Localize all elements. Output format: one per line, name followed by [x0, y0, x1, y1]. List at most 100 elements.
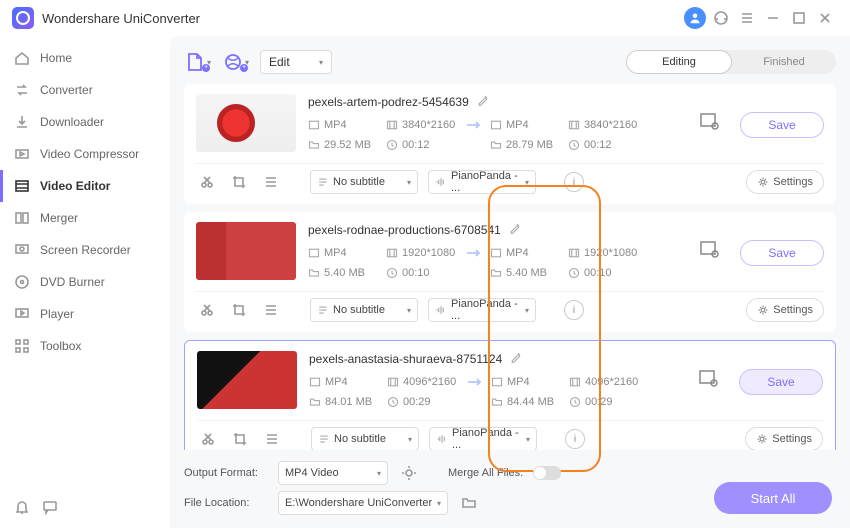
maximize-button[interactable] [786, 5, 812, 31]
sidebar-item-player[interactable]: Player [0, 298, 170, 330]
trim-icon[interactable] [197, 428, 219, 450]
sidebar-item-label: DVD Burner [40, 275, 105, 289]
output-format-dropdown[interactable]: MP4 Video▾ [278, 461, 388, 485]
output-format-value: MP4 Video [285, 467, 339, 479]
in-resolution: 4096*2160 [403, 376, 456, 388]
rename-icon[interactable] [510, 351, 522, 366]
subtitle-dropdown[interactable]: No subtitle▾ [310, 170, 418, 194]
audio-dropdown[interactable]: PianoPanda - ...▾ [428, 298, 536, 322]
output-preset-icon[interactable] [696, 108, 722, 134]
crop-icon[interactable] [228, 171, 250, 193]
sidebar-item-label: Video Editor [40, 179, 110, 193]
audio-value: PianoPanda - ... [451, 170, 521, 194]
out-size: 28.79 MB [506, 139, 553, 151]
output-preset-icon[interactable] [695, 365, 721, 391]
sidebar-item-label: Home [40, 51, 72, 65]
edit-mode-dropdown[interactable]: Edit▾ [260, 50, 332, 74]
settings-button[interactable]: Settings [745, 427, 823, 450]
clip-filename: pexels-anastasia-shuraeva-8751124 [309, 352, 502, 366]
app-logo-icon [12, 7, 34, 29]
more-icon[interactable] [260, 299, 282, 321]
trim-icon[interactable] [196, 171, 218, 193]
app-title: Wondershare UniConverter [42, 11, 200, 26]
in-duration: 00:29 [403, 396, 431, 408]
more-icon[interactable] [260, 171, 282, 193]
clip-thumbnail[interactable] [197, 351, 297, 409]
sidebar-item-converter[interactable]: Converter [0, 74, 170, 106]
crop-icon[interactable] [229, 428, 251, 450]
in-size: 84.01 MB [325, 396, 372, 408]
subtitle-value: No subtitle [333, 176, 385, 188]
minimize-button[interactable] [760, 5, 786, 31]
close-button[interactable] [812, 5, 838, 31]
save-button[interactable]: Save [739, 369, 823, 395]
sidebar-item-screen-recorder[interactable]: Screen Recorder [0, 234, 170, 266]
out-size: 84.44 MB [507, 396, 554, 408]
crop-icon[interactable] [228, 299, 250, 321]
merge-label: Merge All Files: [448, 467, 523, 479]
out-duration: 00:12 [584, 139, 612, 151]
info-icon[interactable]: i [565, 429, 585, 449]
sidebar-item-dvd-burner[interactable]: DVD Burner [0, 266, 170, 298]
audio-value: PianoPanda - ... [452, 427, 522, 450]
clip-card[interactable]: pexels-artem-podrez-5454639 MP4 3840*216… [184, 84, 836, 204]
subtitle-value: No subtitle [334, 433, 386, 445]
clip-card[interactable]: pexels-rodnae-productions-6708541 MP4 19… [184, 212, 836, 332]
out-format: MP4 [507, 376, 530, 388]
audio-value: PianoPanda - ... [451, 298, 521, 322]
audio-dropdown[interactable]: PianoPanda - ...▾ [429, 427, 537, 450]
clip-thumbnail[interactable] [196, 222, 296, 280]
info-icon[interactable]: i [564, 300, 584, 320]
tab-finished[interactable]: Finished [732, 50, 836, 74]
support-icon[interactable] [708, 5, 734, 31]
output-preset-icon[interactable] [696, 236, 722, 262]
file-location-dropdown[interactable]: E:\Wondershare UniConverter▾ [278, 491, 448, 515]
sidebar-item-toolbox[interactable]: Toolbox [0, 330, 170, 362]
save-button[interactable]: Save [740, 240, 824, 266]
clip-list: pexels-artem-podrez-5454639 MP4 3840*216… [184, 84, 836, 450]
subtitle-dropdown[interactable]: No subtitle▾ [310, 298, 418, 322]
toolbar: +▾ +▾ Edit▾ Editing Finished [184, 46, 836, 84]
sidebar-item-label: Downloader [40, 115, 104, 129]
start-all-button[interactable]: Start All [714, 482, 832, 514]
settings-button[interactable]: Settings [746, 170, 824, 194]
feedback-icon[interactable] [42, 499, 58, 518]
sidebar-item-video-editor[interactable]: Video Editor [0, 170, 170, 202]
rename-icon[interactable] [509, 222, 521, 237]
in-duration: 00:12 [402, 139, 430, 151]
open-folder-icon[interactable] [458, 492, 480, 514]
sidebar-item-merger[interactable]: Merger [0, 202, 170, 234]
edit-label: Edit [269, 55, 290, 69]
in-duration: 00:10 [402, 267, 430, 279]
sidebar-item-home[interactable]: Home [0, 42, 170, 74]
in-format: MP4 [325, 376, 348, 388]
status-tabs: Editing Finished [626, 50, 836, 74]
clip-thumbnail[interactable] [196, 94, 296, 152]
audio-dropdown[interactable]: PianoPanda - ...▾ [428, 170, 536, 194]
notifications-icon[interactable] [14, 499, 30, 518]
trim-icon[interactable] [196, 299, 218, 321]
rename-icon[interactable] [477, 94, 489, 109]
in-resolution: 1920*1080 [402, 247, 455, 259]
add-file-button[interactable]: +▾ [184, 50, 212, 74]
info-icon[interactable]: i [564, 172, 584, 192]
sidebar-item-label: Converter [40, 83, 93, 97]
sidebar-item-video-compressor[interactable]: Video Compressor [0, 138, 170, 170]
file-location-label: File Location: [184, 497, 268, 509]
out-size: 5.40 MB [506, 267, 547, 279]
account-icon[interactable] [682, 5, 708, 31]
clip-card[interactable]: pexels-anastasia-shuraeva-8751124 MP4 40… [184, 340, 836, 450]
main-panel: +▾ +▾ Edit▾ Editing Finished pexels-arte… [170, 36, 850, 528]
merge-toggle[interactable] [533, 466, 561, 480]
subtitle-dropdown[interactable]: No subtitle▾ [311, 427, 419, 450]
settings-button[interactable]: Settings [746, 298, 824, 322]
output-format-settings-icon[interactable] [398, 462, 420, 484]
subtitle-value: No subtitle [333, 304, 385, 316]
sidebar-item-downloader[interactable]: Downloader [0, 106, 170, 138]
save-button[interactable]: Save [740, 112, 824, 138]
menu-icon[interactable] [734, 5, 760, 31]
tab-editing[interactable]: Editing [626, 50, 732, 74]
sidebar-item-label: Toolbox [40, 339, 81, 353]
more-icon[interactable] [261, 428, 283, 450]
add-url-button[interactable]: +▾ [222, 50, 250, 74]
